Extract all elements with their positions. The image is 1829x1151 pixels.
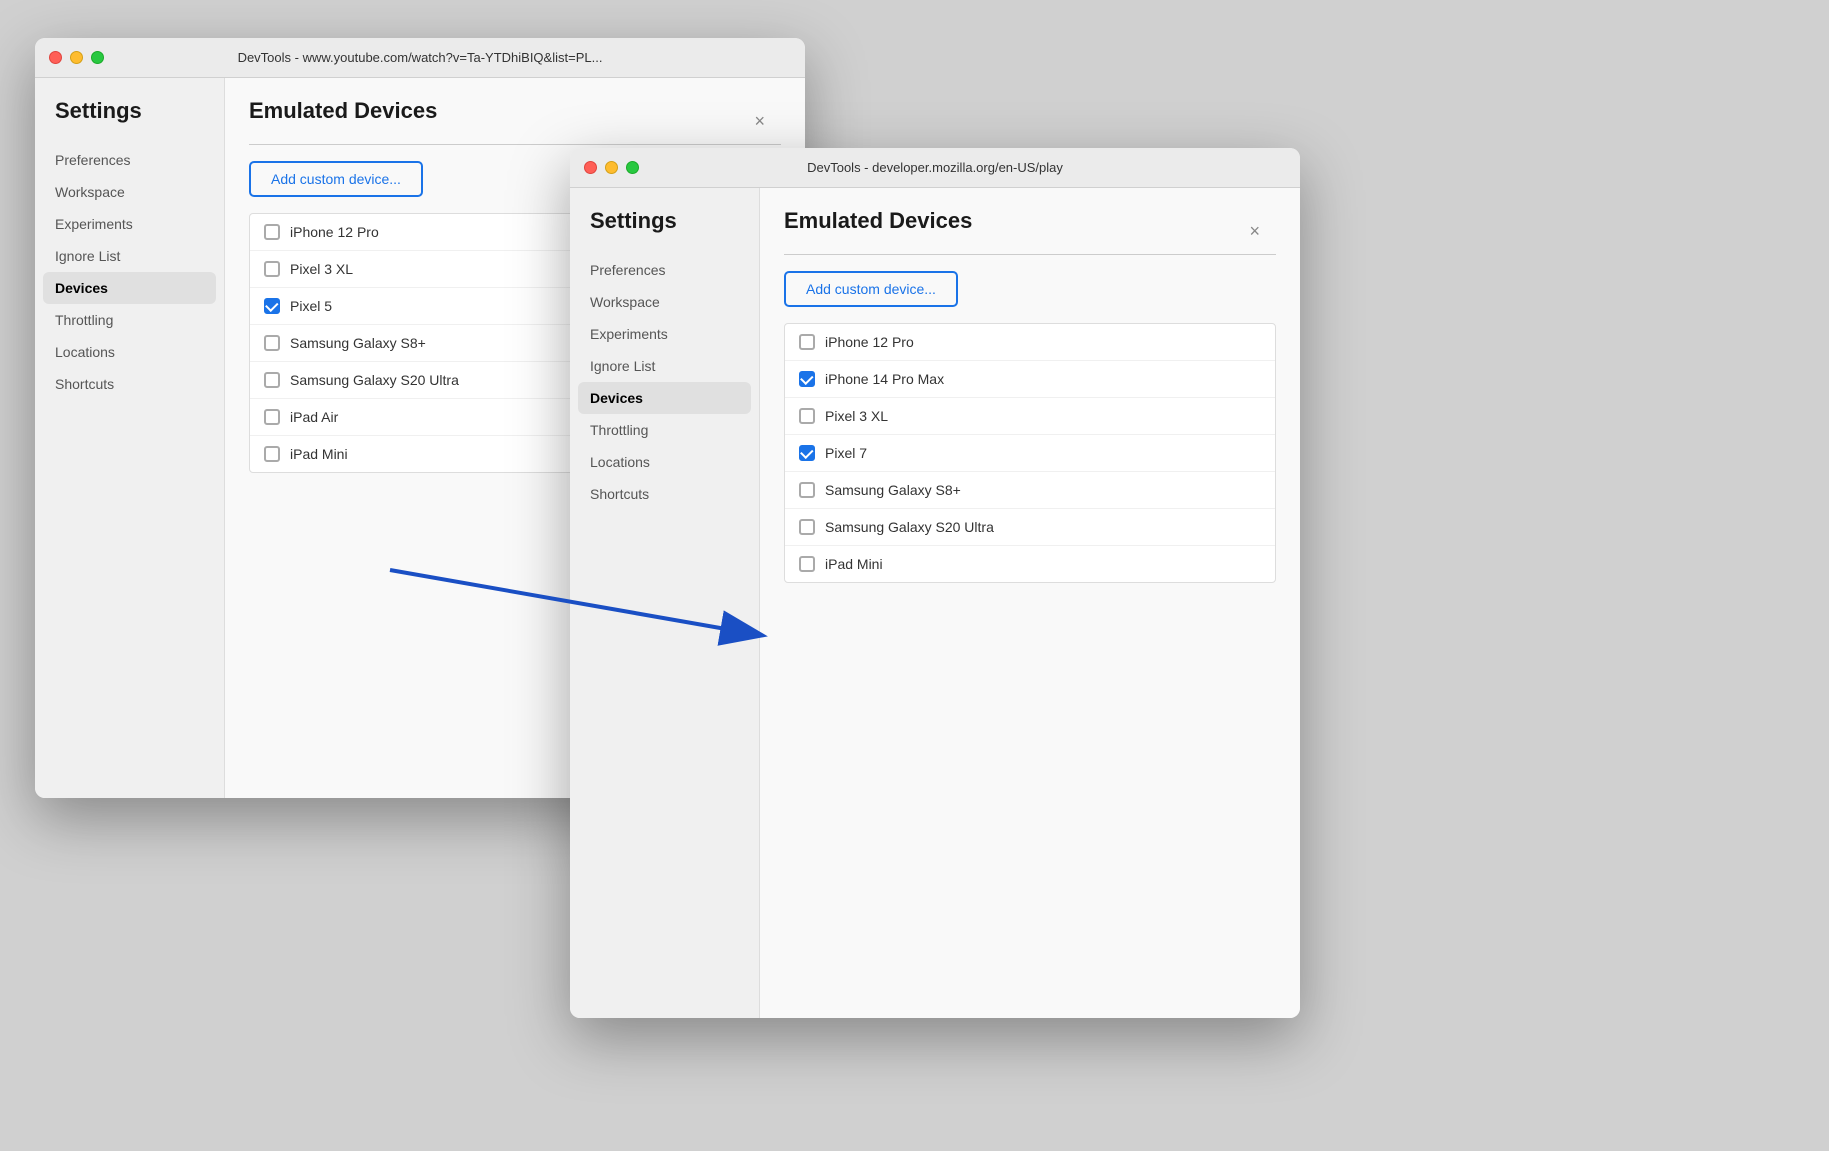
sidebar-title-2: Settings bbox=[570, 208, 759, 254]
sidebar-item-ignorelist-1[interactable]: Ignore List bbox=[35, 240, 224, 272]
device-label-iphone12pro-1: iPhone 12 Pro bbox=[290, 224, 379, 240]
checkbox-iphone12pro-1[interactable] bbox=[264, 224, 280, 240]
close-button-2[interactable] bbox=[584, 161, 597, 174]
sidebar-title-1: Settings bbox=[35, 98, 224, 144]
device-label-iphone14promax-2: iPhone 14 Pro Max bbox=[825, 371, 944, 387]
sidebar-1: Settings Preferences Workspace Experimen… bbox=[35, 78, 225, 798]
titlebar-2: DevTools - developer.mozilla.org/en-US/p… bbox=[570, 148, 1300, 188]
close-icon-1[interactable]: × bbox=[754, 112, 765, 130]
maximize-button-1[interactable] bbox=[91, 51, 104, 64]
device-label-pixel7-2: Pixel 7 bbox=[825, 445, 867, 461]
device-pixel3xl-2[interactable]: Pixel 3 XL bbox=[785, 398, 1275, 435]
device-pixel7-2[interactable]: Pixel 7 bbox=[785, 435, 1275, 472]
window-2: DevTools - developer.mozilla.org/en-US/p… bbox=[570, 148, 1300, 1018]
device-label-pixel5-1: Pixel 5 bbox=[290, 298, 332, 314]
device-list-2: iPhone 12 Pro iPhone 14 Pro Max Pixel 3 … bbox=[784, 323, 1276, 583]
panel-title-2: Emulated Devices bbox=[784, 208, 972, 234]
checkbox-samsungs20-1[interactable] bbox=[264, 372, 280, 388]
minimize-button-1[interactable] bbox=[70, 51, 83, 64]
close-icon-2[interactable]: × bbox=[1249, 222, 1260, 240]
maximize-button-2[interactable] bbox=[626, 161, 639, 174]
checkbox-samsungs8-2[interactable] bbox=[799, 482, 815, 498]
device-label-pixel3xl-1: Pixel 3 XL bbox=[290, 261, 353, 277]
add-custom-device-button-1[interactable]: Add custom device... bbox=[249, 161, 423, 197]
sidebar-item-devices-2[interactable]: Devices bbox=[578, 382, 751, 414]
device-samsungs8-2[interactable]: Samsung Galaxy S8+ bbox=[785, 472, 1275, 509]
checkbox-iphone14promax-2[interactable] bbox=[799, 371, 815, 387]
checkbox-iphone12pro-2[interactable] bbox=[799, 334, 815, 350]
device-samsungs20-2[interactable]: Samsung Galaxy S20 Ultra bbox=[785, 509, 1275, 546]
checkbox-ipadmini-1[interactable] bbox=[264, 446, 280, 462]
settings-body-2: Settings Preferences Workspace Experimen… bbox=[570, 188, 1300, 1018]
close-button-1[interactable] bbox=[49, 51, 62, 64]
sidebar-item-preferences-2[interactable]: Preferences bbox=[570, 254, 759, 286]
titlebar-text-1: DevTools - www.youtube.com/watch?v=Ta-YT… bbox=[238, 50, 603, 65]
device-label-samsungs20-1: Samsung Galaxy S20 Ultra bbox=[290, 372, 459, 388]
divider-1 bbox=[249, 144, 781, 145]
traffic-lights-2 bbox=[584, 161, 639, 174]
content-panel-2: Emulated Devices × Add custom device... … bbox=[760, 188, 1300, 1018]
device-ipadmini-2[interactable]: iPad Mini bbox=[785, 546, 1275, 582]
device-label-samsungs8-1: Samsung Galaxy S8+ bbox=[290, 335, 426, 351]
sidebar-item-devices-1[interactable]: Devices bbox=[43, 272, 216, 304]
device-label-ipadmini-1: iPad Mini bbox=[290, 446, 348, 462]
add-custom-device-button-2[interactable]: Add custom device... bbox=[784, 271, 958, 307]
sidebar-item-experiments-2[interactable]: Experiments bbox=[570, 318, 759, 350]
divider-2 bbox=[784, 254, 1276, 255]
sidebar-2: Settings Preferences Workspace Experimen… bbox=[570, 188, 760, 1018]
sidebar-item-preferences-1[interactable]: Preferences bbox=[35, 144, 224, 176]
checkbox-samsungs8-1[interactable] bbox=[264, 335, 280, 351]
titlebar-1: DevTools - www.youtube.com/watch?v=Ta-YT… bbox=[35, 38, 805, 78]
device-label-ipadmini-2: iPad Mini bbox=[825, 556, 883, 572]
titlebar-text-2: DevTools - developer.mozilla.org/en-US/p… bbox=[807, 160, 1063, 175]
sidebar-item-shortcuts-2[interactable]: Shortcuts bbox=[570, 478, 759, 510]
checkbox-samsungs20-2[interactable] bbox=[799, 519, 815, 535]
sidebar-item-throttling-2[interactable]: Throttling bbox=[570, 414, 759, 446]
minimize-button-2[interactable] bbox=[605, 161, 618, 174]
sidebar-item-shortcuts-1[interactable]: Shortcuts bbox=[35, 368, 224, 400]
checkbox-pixel3xl-1[interactable] bbox=[264, 261, 280, 277]
sidebar-item-throttling-1[interactable]: Throttling bbox=[35, 304, 224, 336]
sidebar-item-locations-2[interactable]: Locations bbox=[570, 446, 759, 478]
checkbox-ipadair-1[interactable] bbox=[264, 409, 280, 425]
sidebar-item-workspace-2[interactable]: Workspace bbox=[570, 286, 759, 318]
sidebar-item-experiments-1[interactable]: Experiments bbox=[35, 208, 224, 240]
checkbox-pixel7-2[interactable] bbox=[799, 445, 815, 461]
device-label-samsungs20-2: Samsung Galaxy S20 Ultra bbox=[825, 519, 994, 535]
device-iphone12pro-2[interactable]: iPhone 12 Pro bbox=[785, 324, 1275, 361]
sidebar-item-ignorelist-2[interactable]: Ignore List bbox=[570, 350, 759, 382]
sidebar-item-locations-1[interactable]: Locations bbox=[35, 336, 224, 368]
device-label-iphone12pro-2: iPhone 12 Pro bbox=[825, 334, 914, 350]
device-iphone14promax-2[interactable]: iPhone 14 Pro Max bbox=[785, 361, 1275, 398]
traffic-lights-1 bbox=[49, 51, 104, 64]
panel-title-1: Emulated Devices bbox=[249, 98, 437, 124]
checkbox-ipadmini-2[interactable] bbox=[799, 556, 815, 572]
checkbox-pixel5-1[interactable] bbox=[264, 298, 280, 314]
sidebar-item-workspace-1[interactable]: Workspace bbox=[35, 176, 224, 208]
device-label-pixel3xl-2: Pixel 3 XL bbox=[825, 408, 888, 424]
device-label-ipadair-1: iPad Air bbox=[290, 409, 338, 425]
checkbox-pixel3xl-2[interactable] bbox=[799, 408, 815, 424]
device-label-samsungs8-2: Samsung Galaxy S8+ bbox=[825, 482, 961, 498]
